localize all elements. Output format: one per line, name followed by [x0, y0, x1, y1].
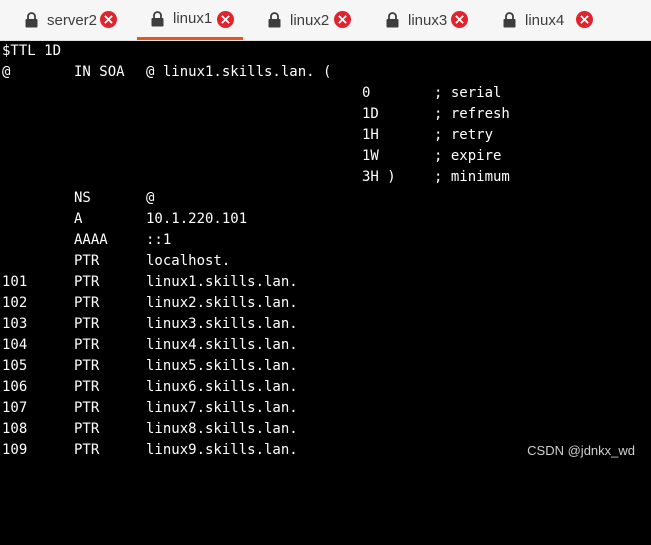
tab-linux1[interactable]: linux1: [137, 0, 243, 40]
record-type: PTR: [74, 421, 100, 437]
tab-linux3[interactable]: linux3: [370, 0, 480, 40]
tab-server2[interactable]: server2: [0, 0, 121, 40]
tab-label: linux3: [408, 11, 448, 29]
lock-icon: [386, 12, 399, 28]
soa-field-minimum: 3H ) ; minimum: [2, 167, 642, 188]
record-row: 106 PTR linux6.skills.lan.: [2, 377, 642, 398]
record-name: 106: [2, 379, 28, 395]
soa-type: IN SOA: [74, 64, 125, 80]
record-type: PTR: [74, 379, 100, 395]
record-type: PTR: [74, 337, 100, 353]
record-row: 108 PTR linux8.skills.lan.: [2, 419, 642, 440]
soa-line: @ IN SOA @ linux1.skills.lan. (: [2, 62, 642, 83]
record-type: A: [74, 211, 83, 227]
record-row: 107 PTR linux7.skills.lan.: [2, 398, 642, 419]
terminal[interactable]: $TTL 1D @ IN SOA @ linux1.skills.lan. ( …: [0, 41, 651, 473]
lock-icon: [151, 10, 164, 26]
tab-label: linux1: [173, 10, 213, 27]
record-row: PTR localhost.: [2, 251, 642, 272]
lock-icon: [25, 12, 38, 28]
soa-field-comment: ; retry: [434, 127, 494, 143]
record-row: A 10.1.220.101: [2, 209, 642, 230]
record-data: linux8.skills.lan.: [146, 421, 298, 437]
record-data: linux1.skills.lan.: [146, 274, 298, 290]
soa-owner: @: [2, 64, 11, 80]
record-data: linux2.skills.lan.: [146, 295, 298, 311]
record-row: 105 PTR linux5.skills.lan.: [2, 356, 642, 377]
record-data: 10.1.220.101: [146, 211, 248, 227]
record-type: PTR: [74, 400, 100, 416]
soa-field-value: 1W: [362, 148, 379, 164]
watermark: CSDN @jdnkx_wd: [527, 443, 635, 458]
record-data: linux3.skills.lan.: [146, 316, 298, 332]
soa-field-comment: ; minimum: [434, 169, 510, 185]
soa-field-value: 1H: [362, 127, 379, 143]
soa-field-value: 0: [362, 85, 371, 101]
record-type: NS: [74, 190, 91, 206]
record-row: AAAA ::1: [2, 230, 642, 251]
lock-icon: [268, 12, 281, 28]
record-name: 105: [2, 358, 28, 374]
record-type: PTR: [74, 316, 100, 332]
soa-field-value: 1D: [362, 106, 379, 122]
soa-field-comment: ; expire: [434, 148, 502, 164]
soa-field-comment: ; refresh: [434, 106, 510, 122]
tab-label: linux4: [525, 11, 565, 29]
tab-linux4[interactable]: linux4: [487, 0, 602, 40]
record-data: linux4.skills.lan.: [146, 337, 298, 353]
record-data: @: [146, 190, 155, 206]
record-type: PTR: [74, 358, 100, 374]
record-name: 107: [2, 400, 28, 416]
record-row: 103 PTR linux3.skills.lan.: [2, 314, 642, 335]
soa-field-comment: ; serial: [434, 85, 502, 101]
close-icon[interactable]: [217, 11, 234, 28]
record-name: 102: [2, 295, 28, 311]
soa-field-serial: 0 ; serial: [2, 83, 642, 104]
record-data: localhost.: [146, 253, 231, 269]
record-data: ::1: [146, 232, 172, 248]
record-name: 109: [2, 442, 28, 458]
tab-bar: server2 linux1 linux2 linux3 linux4: [0, 0, 651, 41]
record-name: 104: [2, 337, 28, 353]
lock-icon: [503, 12, 516, 28]
record-name: 101: [2, 274, 28, 290]
record-data: linux6.skills.lan.: [146, 379, 298, 395]
record-row: 102 PTR linux2.skills.lan.: [2, 293, 642, 314]
record-data: linux5.skills.lan.: [146, 358, 298, 374]
tab-linux2[interactable]: linux2: [252, 0, 362, 40]
close-icon[interactable]: [576, 11, 593, 28]
record-type: PTR: [74, 274, 100, 290]
record-data: linux9.skills.lan.: [146, 442, 298, 458]
close-icon[interactable]: [451, 11, 468, 28]
record-row: 101 PTR linux1.skills.lan.: [2, 272, 642, 293]
record-type: PTR: [74, 253, 100, 269]
tab-label: server2: [47, 11, 98, 29]
record-type: PTR: [74, 442, 100, 458]
soa-field-retry: 1H ; retry: [2, 125, 642, 146]
record-name: 108: [2, 421, 28, 437]
soa-field-value: 3H ): [362, 169, 396, 185]
close-icon[interactable]: [100, 11, 117, 28]
soa-field-refresh: 1D ; refresh: [2, 104, 642, 125]
record-name: 103: [2, 316, 28, 332]
record-row: NS @: [2, 188, 642, 209]
record-data: linux7.skills.lan.: [146, 400, 298, 416]
record-type: PTR: [74, 295, 100, 311]
close-icon[interactable]: [334, 11, 351, 28]
tab-label: linux2: [290, 11, 330, 29]
soa-field-expire: 1W ; expire: [2, 146, 642, 167]
record-type: AAAA: [74, 232, 108, 248]
record-row: 104 PTR linux4.skills.lan.: [2, 335, 642, 356]
ttl-line: $TTL 1D: [2, 43, 62, 59]
soa-data: @ linux1.skills.lan. (: [146, 64, 332, 80]
